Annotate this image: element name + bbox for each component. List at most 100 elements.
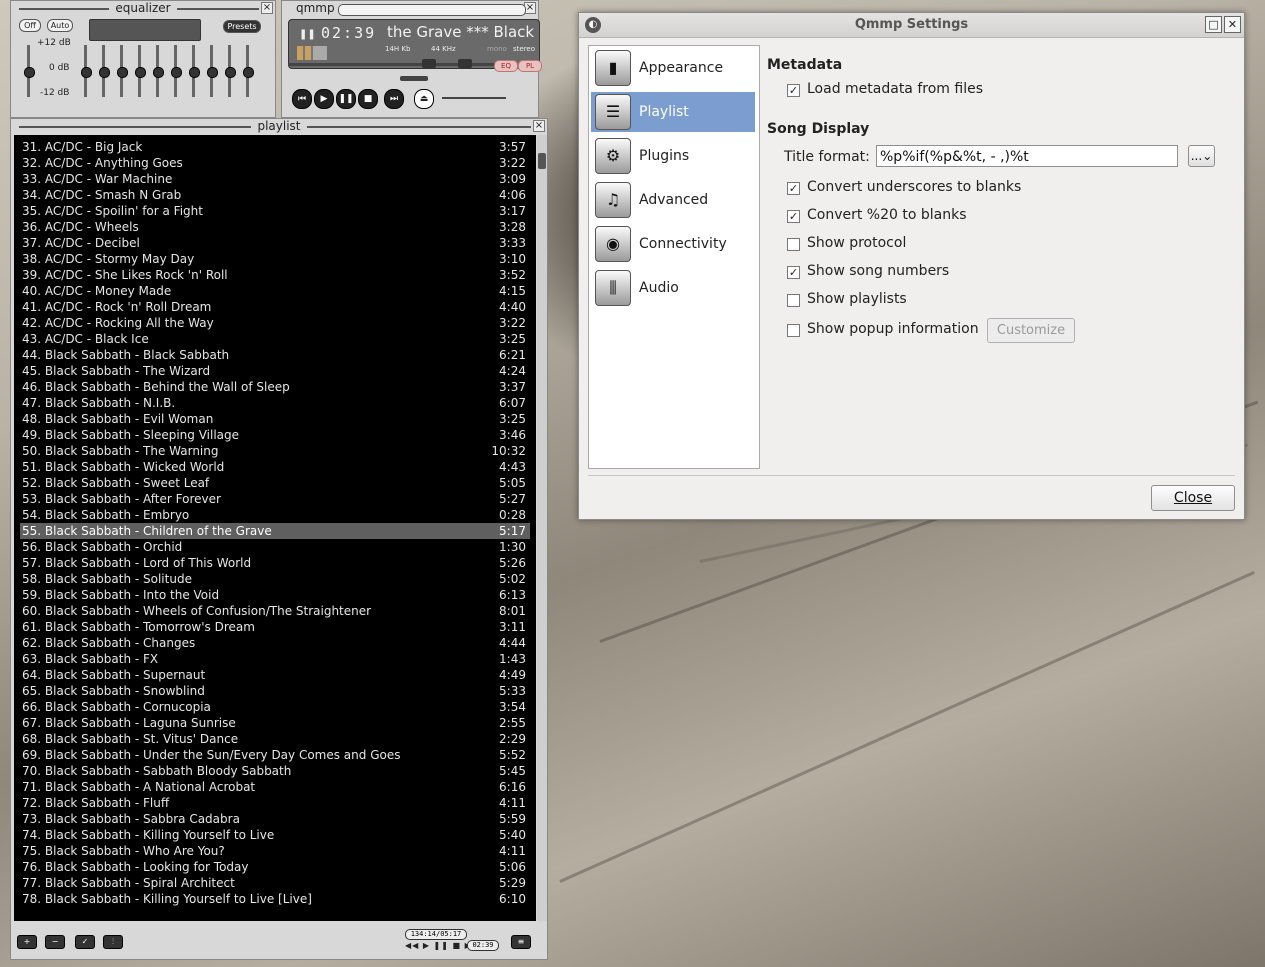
title-seek-bar[interactable]: [338, 4, 526, 16]
add-icon[interactable]: +: [17, 935, 37, 949]
playlist-row[interactable]: 66. Black Sabbath - Cornucopia 3:54: [20, 699, 530, 715]
playlist-row[interactable]: 72. Black Sabbath - Fluff 4:11: [20, 795, 530, 811]
eq-band-slider[interactable]: [207, 45, 218, 97]
equalizer-titlebar[interactable]: equalizer: [11, 1, 275, 16]
playlist-row[interactable]: 70. Black Sabbath - Sabbath Bloody Sabba…: [20, 763, 530, 779]
playlist-row[interactable]: 65. Black Sabbath - Snowblind 5:33: [20, 683, 530, 699]
playlist-row[interactable]: 54. Black Sabbath - Embryo 0:28: [20, 507, 530, 523]
eq-auto-button[interactable]: Auto: [47, 19, 73, 32]
playlist-titlebar[interactable]: playlist: [11, 119, 547, 134]
checkbox[interactable]: ✓: [787, 182, 800, 195]
playlist-row[interactable]: 76. Black Sabbath - Looking for Today 5:0…: [20, 859, 530, 875]
playlist-row[interactable]: 39. AC/DC - She Likes Rock 'n' Roll 3:52: [20, 267, 530, 283]
customize-button[interactable]: Customize: [987, 318, 1075, 343]
volume-knob[interactable]: [422, 59, 436, 68]
playlist-row[interactable]: 57. Black Sabbath - Lord of This World 5:…: [20, 555, 530, 571]
eq-off-button[interactable]: Off: [19, 19, 41, 32]
next-icon[interactable]: ⏭: [384, 89, 404, 109]
playlist-row[interactable]: 48. Black Sabbath - Evil Woman 3:25: [20, 411, 530, 427]
playlist-row[interactable]: 33. AC/DC - War Machine 3:09: [20, 171, 530, 187]
playlist-list[interactable]: 31. AC/DC - Big Jack 3:57 32. AC/DC - Anyt…: [14, 135, 536, 921]
playlist-scrollbar[interactable]: [537, 135, 547, 921]
slider-knob[interactable]: [81, 67, 92, 78]
title-format-menu-button[interactable]: ...⌄: [1188, 145, 1215, 167]
sidebar-item-audio[interactable]: ⫼ Audio: [591, 268, 755, 308]
seek-slider[interactable]: [400, 76, 428, 81]
pause-icon[interactable]: ❚❚: [336, 89, 356, 109]
playlist-row[interactable]: 78. Black Sabbath - Killing Yourself to …: [20, 891, 530, 907]
playlist-row[interactable]: 49. Black Sabbath - Sleeping Village 3:46: [20, 427, 530, 443]
select-icon[interactable]: ✓: [75, 935, 95, 949]
playlist-row[interactable]: 62. Black Sabbath - Changes 4:44: [20, 635, 530, 651]
checkbox[interactable]: ✓: [787, 210, 800, 223]
playlist-row[interactable]: 63. Black Sabbath - FX 1:43: [20, 651, 530, 667]
playlist-row[interactable]: 31. AC/DC - Big Jack 3:57: [20, 139, 530, 155]
eq-band-slider[interactable]: [99, 45, 110, 97]
slider-knob[interactable]: [243, 67, 254, 78]
eq-band-slider[interactable]: [81, 45, 92, 97]
checkbox[interactable]: ✓: [787, 266, 800, 279]
playlist-row[interactable]: 46. Black Sabbath - Behind the Wall of S…: [20, 379, 530, 395]
close-icon[interactable]: ✕: [1224, 16, 1241, 33]
playlist-row[interactable]: 44. Black Sabbath - Black Sabbath 6:21: [20, 347, 530, 363]
playlist-row[interactable]: 50. Black Sabbath - The Warning 10:32: [20, 443, 530, 459]
playlist-row[interactable]: 40. AC/DC - Money Made 4:15: [20, 283, 530, 299]
sort-icon[interactable]: ⫶: [103, 935, 123, 949]
slider-knob[interactable]: [153, 67, 164, 78]
slider-knob[interactable]: [99, 67, 110, 78]
remove-icon[interactable]: −: [45, 935, 65, 949]
playlist-row[interactable]: 58. Black Sabbath - Solitude 5:02: [20, 571, 530, 587]
scrollbar-thumb[interactable]: [538, 153, 546, 169]
playlist-row[interactable]: 77. Black Sabbath - Spiral Architect 5:29: [20, 875, 530, 891]
eject-icon[interactable]: ⏏: [414, 89, 434, 109]
title-format-input[interactable]: %p%if(%p&%t, - ,)%t: [876, 145, 1178, 167]
checkbox[interactable]: ✓: [787, 84, 800, 97]
playlist-row[interactable]: 59. Black Sabbath - Into the Void 6:13: [20, 587, 530, 603]
eq-band-slider[interactable]: [225, 45, 236, 97]
playlist-row[interactable]: 36. AC/DC - Wheels 3:28: [20, 219, 530, 235]
playlist-row[interactable]: 67. Black Sabbath - Laguna Sunrise 2:55: [20, 715, 530, 731]
playlist-row[interactable]: 52. Black Sabbath - Sweet Leaf 5:05: [20, 475, 530, 491]
volume-slider[interactable]: [442, 97, 506, 99]
playlist-row[interactable]: 37. AC/DC - Decibel 3:33: [20, 235, 530, 251]
eq-band-slider[interactable]: [153, 45, 164, 97]
playlist-row[interactable]: 47. Black Sabbath - N.I.B. 6:07: [20, 395, 530, 411]
eq-band-slider[interactable]: [117, 45, 128, 97]
slider-knob[interactable]: [117, 67, 128, 78]
slider-knob[interactable]: [189, 67, 200, 78]
playlist-row[interactable]: 73. Black Sabbath - Sabbra Cadabra 5:59: [20, 811, 530, 827]
slider-knob[interactable]: [171, 67, 182, 78]
checkbox[interactable]: [787, 324, 800, 337]
playlist-row[interactable]: 41. AC/DC - Rock 'n' Roll Dream 4:40: [20, 299, 530, 315]
sidebar-item-connectivity[interactable]: ◉ Connectivity: [591, 224, 755, 264]
playlist-row[interactable]: 60. Black Sabbath - Wheels of Confusion/…: [20, 603, 530, 619]
sidebar-item-appearance[interactable]: ▮ Appearance: [591, 48, 755, 88]
slider-knob[interactable]: [135, 67, 146, 78]
sidebar-item-playlist[interactable]: ☰ Playlist: [591, 92, 755, 132]
eq-band-slider[interactable]: [243, 45, 254, 97]
playlist-row[interactable]: 43. AC/DC - Black Ice 3:25: [20, 331, 530, 347]
playlist-row[interactable]: 71. Black Sabbath - A National Acrobat 6:…: [20, 779, 530, 795]
slider-knob[interactable]: [24, 67, 35, 78]
playlist-row[interactable]: 75. Black Sabbath - Who Are You? 4:11: [20, 843, 530, 859]
eq-presets-button[interactable]: Presets: [223, 20, 261, 33]
playlist-row[interactable]: 42. AC/DC - Rocking All the Way 3:22: [20, 315, 530, 331]
slider-knob[interactable]: [207, 67, 218, 78]
playlist-row[interactable]: 56. Black Sabbath - Orchid 1:30: [20, 539, 530, 555]
play-icon[interactable]: ▶: [314, 89, 334, 109]
playlist-row[interactable]: 51. Black Sabbath - Wicked World 4:43: [20, 459, 530, 475]
playlist-row[interactable]: 55. Black Sabbath - Children of the Grav…: [20, 523, 530, 539]
playlist-row[interactable]: 68. Black Sabbath - St. Vitus' Dance 2:29: [20, 731, 530, 747]
stop-icon[interactable]: ■: [358, 89, 378, 109]
playlist-row[interactable]: 61. Black Sabbath - Tomorrow's Dream 3:11: [20, 619, 530, 635]
settings-category-list[interactable]: ▮ Appearance ☰ Playlist ⚙ Plugins ♫ Advanced ◉ Co…: [588, 45, 760, 469]
playlist-row[interactable]: 35. AC/DC - Spoilin' for a Fight 3:17: [20, 203, 530, 219]
playlist-row[interactable]: 53. Black Sabbath - After Forever 5:27: [20, 491, 530, 507]
eq-band-slider[interactable]: [171, 45, 182, 97]
close-button[interactable]: Close: [1151, 485, 1235, 511]
slider-knob[interactable]: [225, 67, 236, 78]
playlist-row[interactable]: 64. Black Sabbath - Supernaut 4:49: [20, 667, 530, 683]
sidebar-item-plugins[interactable]: ⚙ Plugins: [591, 136, 755, 176]
playlist-close-icon[interactable]: ×: [533, 120, 545, 132]
playlist-row[interactable]: 69. Black Sabbath - Under the Sun/Every …: [20, 747, 530, 763]
